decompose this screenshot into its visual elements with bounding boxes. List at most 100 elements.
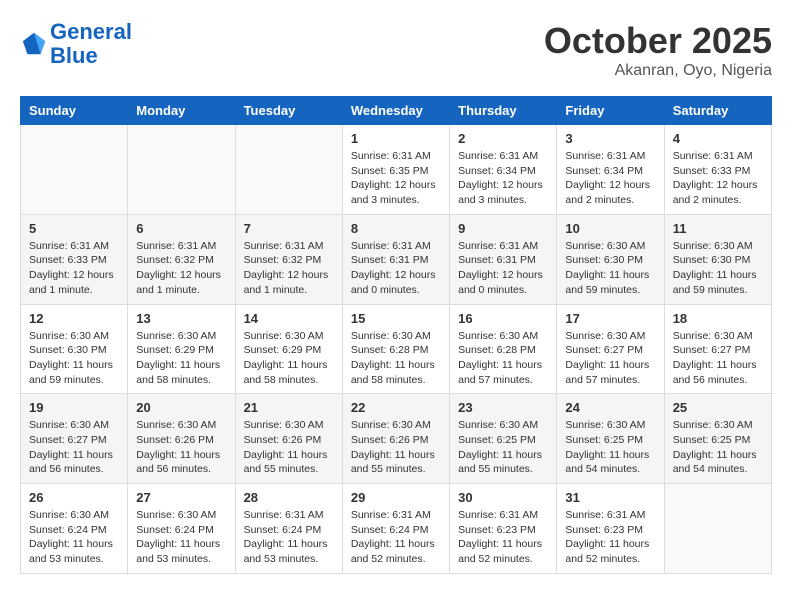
weekday-header: Sunday (21, 97, 128, 125)
day-number: 2 (458, 131, 548, 146)
day-info: Sunrise: 6:30 AM Sunset: 6:24 PM Dayligh… (136, 508, 226, 567)
day-info: Sunrise: 6:30 AM Sunset: 6:28 PM Dayligh… (458, 329, 548, 388)
location: Akanran, Oyo, Nigeria (544, 62, 772, 80)
day-number: 3 (565, 131, 655, 146)
day-info: Sunrise: 6:30 AM Sunset: 6:30 PM Dayligh… (29, 329, 119, 388)
calendar-week-row: 26 Sunrise: 6:30 AM Sunset: 6:24 PM Dayli… (21, 484, 772, 574)
logo-text: General Blue (50, 20, 132, 68)
day-info: Sunrise: 6:31 AM Sunset: 6:23 PM Dayligh… (565, 508, 655, 567)
calendar-day-cell: 21Sunrise: 6:30 AM Sunset: 6:26 PM Dayli… (235, 394, 342, 484)
calendar-day-cell: 16 Sunrise: 6:30 AM Sunset: 6:28 PM Dayli… (450, 304, 557, 394)
calendar-day-cell: 28 Sunrise: 6:31 AM Sunset: 6:24 PM Dayli… (235, 484, 342, 574)
day-number: 26 (29, 490, 119, 505)
day-info: Sunrise: 6:30 AM Sunset: 6:24 PM Dayligh… (29, 508, 119, 567)
day-number: 25 (673, 400, 763, 415)
calendar-day-cell: 20 Sunrise: 6:30 AM Sunset: 6:26 PM Dayli… (128, 394, 235, 484)
calendar-day-cell: 23 Sunrise: 6:30 AM Sunset: 6:25 PM Dayli… (450, 394, 557, 484)
calendar-day-cell (128, 125, 235, 215)
day-info: Sunrise: 6:30 AM Sunset: 6:27 PM Dayligh… (673, 329, 763, 388)
day-info: Sunrise: 6:31 AM Sunset: 6:23 PM Dayligh… (458, 508, 548, 567)
day-number: 18 (673, 311, 763, 326)
calendar-day-cell (21, 125, 128, 215)
day-number: 9 (458, 221, 548, 236)
calendar-day-cell: 7 Sunrise: 6:31 AM Sunset: 6:32 PM Daylig… (235, 214, 342, 304)
calendar-day-cell: 31 Sunrise: 6:31 AM Sunset: 6:23 PM Dayli… (557, 484, 664, 574)
calendar-day-cell: 12 Sunrise: 6:30 AM Sunset: 6:30 PM Dayli… (21, 304, 128, 394)
day-info: Sunrise: 6:30 AM Sunset: 6:30 PM Dayligh… (673, 239, 763, 298)
calendar-day-cell: 15Sunrise: 6:30 AM Sunset: 6:28 PM Dayli… (342, 304, 449, 394)
day-info: Sunrise: 6:30 AM Sunset: 6:25 PM Dayligh… (673, 418, 763, 477)
calendar-table: SundayMondayTuesdayWednesdayThursdayFrid… (20, 96, 772, 574)
calendar-day-cell: 14 Sunrise: 6:30 AM Sunset: 6:29 PM Dayli… (235, 304, 342, 394)
calendar-day-cell: 6Sunrise: 6:31 AM Sunset: 6:32 PM Daylig… (128, 214, 235, 304)
calendar-day-cell: 10Sunrise: 6:30 AM Sunset: 6:30 PM Dayli… (557, 214, 664, 304)
day-info: Sunrise: 6:30 AM Sunset: 6:28 PM Dayligh… (351, 329, 441, 388)
weekday-header: Wednesday (342, 97, 449, 125)
calendar-day-cell (235, 125, 342, 215)
day-info: Sunrise: 6:31 AM Sunset: 6:34 PM Dayligh… (565, 149, 655, 208)
logo: General Blue (20, 20, 132, 68)
day-info: Sunrise: 6:30 AM Sunset: 6:25 PM Dayligh… (458, 418, 548, 477)
day-info: Sunrise: 6:31 AM Sunset: 6:32 PM Dayligh… (136, 239, 226, 298)
calendar-day-cell: 18 Sunrise: 6:30 AM Sunset: 6:27 PM Dayli… (664, 304, 771, 394)
calendar-day-cell: 29Sunrise: 6:31 AM Sunset: 6:24 PM Dayli… (342, 484, 449, 574)
day-number: 28 (244, 490, 334, 505)
calendar-day-cell: 26 Sunrise: 6:30 AM Sunset: 6:24 PM Dayli… (21, 484, 128, 574)
day-info: Sunrise: 6:31 AM Sunset: 6:31 PM Dayligh… (458, 239, 548, 298)
day-number: 23 (458, 400, 548, 415)
day-number: 8 (351, 221, 441, 236)
day-info: Sunrise: 6:30 AM Sunset: 6:27 PM Dayligh… (29, 418, 119, 477)
calendar-week-row: 5Sunrise: 6:31 AM Sunset: 6:33 PM Daylig… (21, 214, 772, 304)
day-info: Sunrise: 6:31 AM Sunset: 6:24 PM Dayligh… (244, 508, 334, 567)
weekday-header: Tuesday (235, 97, 342, 125)
calendar-day-cell: 13 Sunrise: 6:30 AM Sunset: 6:29 PM Dayli… (128, 304, 235, 394)
month-title: October 2025 (544, 20, 772, 62)
day-number: 30 (458, 490, 548, 505)
calendar-day-cell: 27Sunrise: 6:30 AM Sunset: 6:24 PM Dayli… (128, 484, 235, 574)
day-info: Sunrise: 6:30 AM Sunset: 6:26 PM Dayligh… (136, 418, 226, 477)
weekday-header: Friday (557, 97, 664, 125)
day-info: Sunrise: 6:30 AM Sunset: 6:30 PM Dayligh… (565, 239, 655, 298)
day-number: 20 (136, 400, 226, 415)
day-number: 14 (244, 311, 334, 326)
calendar-day-cell: 4 Sunrise: 6:31 AM Sunset: 6:33 PM Daylig… (664, 125, 771, 215)
day-number: 7 (244, 221, 334, 236)
calendar-week-row: 1Sunrise: 6:31 AM Sunset: 6:35 PM Daylig… (21, 125, 772, 215)
calendar-day-cell: 8 Sunrise: 6:31 AM Sunset: 6:31 PM Daylig… (342, 214, 449, 304)
day-number: 21 (244, 400, 334, 415)
page-header: General Blue October 2025 Akanran, Oyo, … (20, 20, 772, 80)
day-number: 4 (673, 131, 763, 146)
day-info: Sunrise: 6:31 AM Sunset: 6:32 PM Dayligh… (244, 239, 334, 298)
day-info: Sunrise: 6:31 AM Sunset: 6:33 PM Dayligh… (29, 239, 119, 298)
logo-line2: Blue (50, 43, 98, 68)
calendar-day-cell: 1Sunrise: 6:31 AM Sunset: 6:35 PM Daylig… (342, 125, 449, 215)
logo-icon (20, 30, 48, 58)
day-info: Sunrise: 6:30 AM Sunset: 6:27 PM Dayligh… (565, 329, 655, 388)
weekday-header: Saturday (664, 97, 771, 125)
day-info: Sunrise: 6:30 AM Sunset: 6:25 PM Dayligh… (565, 418, 655, 477)
day-number: 24 (565, 400, 655, 415)
day-number: 31 (565, 490, 655, 505)
calendar-day-cell: 17Sunrise: 6:30 AM Sunset: 6:27 PM Dayli… (557, 304, 664, 394)
calendar-day-cell: 22 Sunrise: 6:30 AM Sunset: 6:26 PM Dayli… (342, 394, 449, 484)
weekday-header-row: SundayMondayTuesdayWednesdayThursdayFrid… (21, 97, 772, 125)
day-number: 12 (29, 311, 119, 326)
day-info: Sunrise: 6:31 AM Sunset: 6:33 PM Dayligh… (673, 149, 763, 208)
day-info: Sunrise: 6:31 AM Sunset: 6:34 PM Dayligh… (458, 149, 548, 208)
day-number: 1 (351, 131, 441, 146)
day-info: Sunrise: 6:30 AM Sunset: 6:29 PM Dayligh… (136, 329, 226, 388)
day-info: Sunrise: 6:31 AM Sunset: 6:24 PM Dayligh… (351, 508, 441, 567)
calendar-day-cell: 9 Sunrise: 6:31 AM Sunset: 6:31 PM Daylig… (450, 214, 557, 304)
day-info: Sunrise: 6:30 AM Sunset: 6:29 PM Dayligh… (244, 329, 334, 388)
day-info: Sunrise: 6:31 AM Sunset: 6:31 PM Dayligh… (351, 239, 441, 298)
weekday-header: Monday (128, 97, 235, 125)
day-number: 16 (458, 311, 548, 326)
calendar-day-cell: 2 Sunrise: 6:31 AM Sunset: 6:34 PM Daylig… (450, 125, 557, 215)
day-number: 13 (136, 311, 226, 326)
calendar-day-cell: 24 Sunrise: 6:30 AM Sunset: 6:25 PM Dayli… (557, 394, 664, 484)
calendar-day-cell: 3 Sunrise: 6:31 AM Sunset: 6:34 PM Daylig… (557, 125, 664, 215)
calendar-day-cell: 11Sunrise: 6:30 AM Sunset: 6:30 PM Dayli… (664, 214, 771, 304)
day-number: 22 (351, 400, 441, 415)
calendar-week-row: 19Sunrise: 6:30 AM Sunset: 6:27 PM Dayli… (21, 394, 772, 484)
day-info: Sunrise: 6:30 AM Sunset: 6:26 PM Dayligh… (351, 418, 441, 477)
